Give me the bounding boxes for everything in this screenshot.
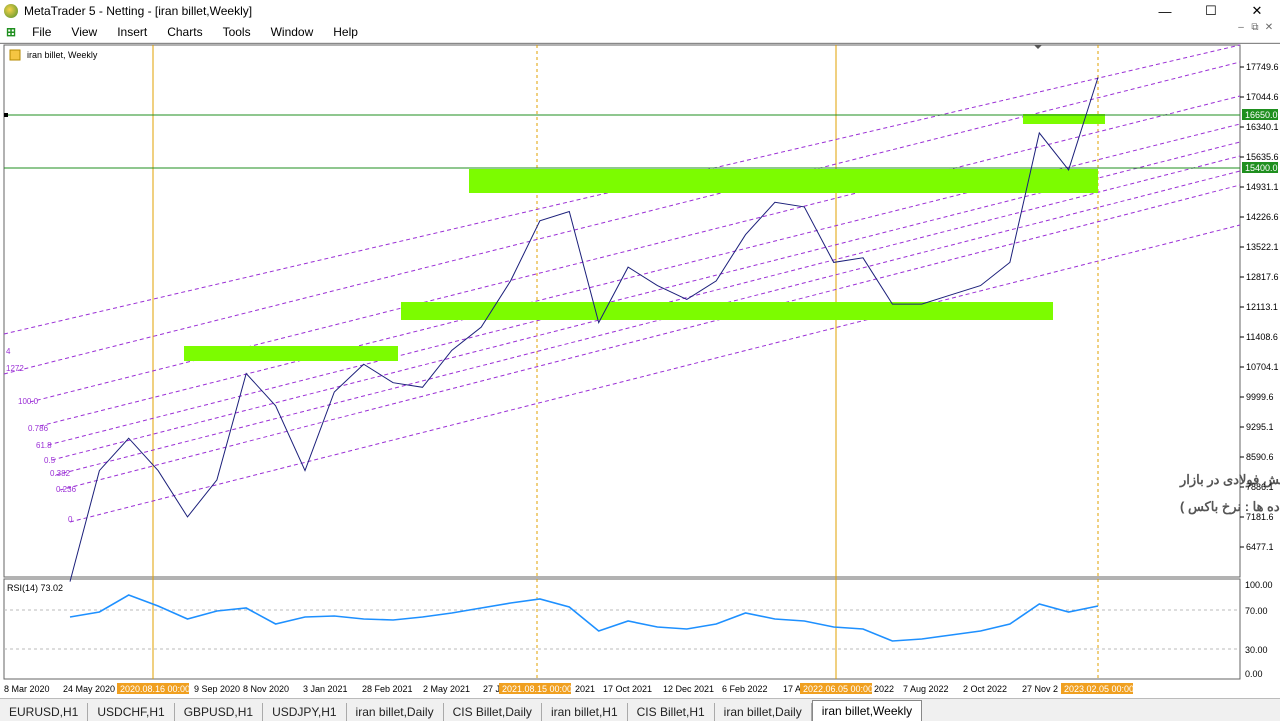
- time-axis-label: 2022: [874, 684, 894, 694]
- menu-insert[interactable]: Insert: [107, 22, 157, 42]
- price-axis-label: 15635.6: [1246, 152, 1279, 162]
- fib-label: 4: [6, 347, 11, 356]
- fib-label: 0.786: [28, 424, 49, 433]
- maximize-button[interactable]: ☐: [1188, 0, 1234, 22]
- time-axis-label: 2021: [575, 684, 595, 694]
- close-button[interactable]: ✕: [1234, 0, 1280, 22]
- price-axis-label: 8590.6: [1246, 452, 1274, 462]
- price-axis-label: 9999.6: [1246, 392, 1274, 402]
- hline-tag: 16650.0: [1245, 110, 1278, 120]
- time-axis-label: 24 May 2020: [63, 684, 115, 694]
- time-axis-label: 6 Feb 2022: [722, 684, 768, 694]
- price-axis-label: 14226.6: [1246, 212, 1279, 222]
- tab-iran-billet-daily-2[interactable]: iran billet,Daily: [714, 703, 812, 721]
- time-axis-label: 8 Mar 2020: [4, 684, 50, 694]
- time-axis-label: 27 J: [483, 684, 500, 694]
- zone-rect: [401, 302, 1053, 320]
- tab-iran-billet-weekly[interactable]: iran billet,Weekly: [811, 700, 923, 721]
- tab-cis-billet-h1[interactable]: CIS Billet,H1: [627, 703, 715, 721]
- window-title: MetaTrader 5 - Netting - [iran billet,We…: [24, 4, 253, 18]
- menu-window[interactable]: Window: [261, 22, 324, 42]
- price-axis-label: 14931.1: [1246, 182, 1279, 192]
- price-axis-label: 10704.1: [1246, 362, 1279, 372]
- tab-gbpusd-h1[interactable]: GBPUSD,H1: [174, 703, 264, 721]
- price-axis-label: 6477.1: [1246, 542, 1274, 552]
- menu-help[interactable]: Help: [323, 22, 368, 42]
- zone-rect: [184, 346, 398, 361]
- price-axis-label: 17044.6: [1246, 92, 1279, 102]
- time-axis-label: 9 Sep 2020: [194, 684, 240, 694]
- rsi-axis: 100.00 70.00 30.00 0.00: [1245, 580, 1273, 679]
- price-axis-label: 16340.1: [1246, 122, 1279, 132]
- hline-handle[interactable]: [4, 113, 8, 117]
- time-axis-label: 17 Oct 2021: [603, 684, 652, 694]
- price-axis-label: 17749.6: [1246, 62, 1279, 72]
- rsi-axis-label: 30.00: [1245, 645, 1268, 655]
- price-axis-label: 13522.1: [1246, 242, 1279, 252]
- tab-usdchf-h1[interactable]: USDCHF,H1: [88, 703, 175, 721]
- menu-charts[interactable]: Charts: [157, 22, 212, 42]
- mdi-minimize-icon[interactable]: –: [1234, 22, 1248, 40]
- hline-price-tags: 16650.0 15400.0: [1242, 109, 1278, 173]
- mdi-close-icon[interactable]: ✕: [1262, 22, 1276, 40]
- fib-label: 61.8: [36, 441, 52, 450]
- mdi-controls: – ⧉ ✕: [1234, 22, 1276, 40]
- time-marker-tag: 2021.08.15 00:00: [502, 684, 572, 694]
- price-axis-label: 11408.6: [1246, 332, 1278, 342]
- rsi-axis-label: 100.00: [1245, 580, 1273, 590]
- mdi-restore-icon[interactable]: ⧉: [1248, 22, 1262, 40]
- tab-iran-billet-daily[interactable]: iran billet,Daily: [346, 703, 444, 721]
- menu-view[interactable]: View: [61, 22, 107, 42]
- chart-menu-icon[interactable]: ⊞: [0, 22, 22, 42]
- fib-label: 0.5: [44, 456, 56, 465]
- tab-cis-billet-daily[interactable]: CIS Billet,Daily: [443, 703, 542, 721]
- time-marker-tag: 2020.08.16 00:00: [120, 684, 190, 694]
- rsi-axis-label: 70.00: [1245, 606, 1268, 616]
- chart-canvas[interactable]: 4 1272 100.0 0.786 61.8 0.5 0.382 0.236 …: [0, 44, 1280, 698]
- fib-label: 100.0: [18, 397, 39, 406]
- rsi-pane-frame: [3, 578, 1241, 680]
- price-axis-label: 7181.6: [1246, 512, 1274, 522]
- fib-label: 0: [68, 515, 73, 524]
- time-axis-label: 2 Oct 2022: [963, 684, 1007, 694]
- time-axis-label: 27 Nov 2: [1022, 684, 1058, 694]
- time-axis-label: 3 Jan 2021: [303, 684, 348, 694]
- rsi-axis-label: 0.00: [1245, 669, 1263, 679]
- fib-label: 0.382: [50, 469, 71, 478]
- minimize-button[interactable]: —: [1142, 0, 1188, 22]
- price-axis-label: 12113.1: [1246, 302, 1278, 312]
- time-axis-label: 28 Feb 2021: [362, 684, 413, 694]
- menu-tools[interactable]: Tools: [213, 22, 261, 42]
- time-marker-tag: 2022.06.05 00:00: [803, 684, 873, 694]
- menu-file[interactable]: File: [22, 22, 61, 42]
- title-bar: MetaTrader 5 - Netting - [iran billet,We…: [0, 0, 1280, 22]
- time-axis-label: 17 A: [783, 684, 801, 694]
- chart-symbol-label: iran billet, Weekly: [27, 50, 98, 60]
- price-axis-label: 7886.1: [1246, 482, 1274, 492]
- tab-usdjpy-h1[interactable]: USDJPY,H1: [263, 703, 347, 721]
- chart-symbol-icon: [9, 49, 21, 61]
- metatrader-app-icon: [4, 4, 18, 18]
- chart-tabs: EURUSD,H1 USDCHF,H1 GBPUSD,H1 USDJPY,H1 …: [0, 698, 1280, 721]
- zone-rect: [469, 169, 1098, 193]
- chart-window[interactable]: 4 1272 100.0 0.786 61.8 0.5 0.382 0.236 …: [0, 43, 1280, 698]
- time-axis-label: 12 Dec 2021: [663, 684, 714, 694]
- time-axis-label: 7 Aug 2022: [903, 684, 949, 694]
- tab-eurusd-h1[interactable]: EURUSD,H1: [0, 703, 89, 721]
- price-axis-label: 12817.6: [1246, 272, 1279, 282]
- fib-label: 0.236: [56, 485, 77, 494]
- menu-bar: ⊞ File View Insert Charts Tools Window H…: [0, 22, 1280, 43]
- fib-label: 1272: [6, 364, 24, 373]
- time-axis-label: 2 May 2021: [423, 684, 470, 694]
- time-axis-label: 8 Nov 2020: [243, 684, 289, 694]
- tab-iran-billet-h1[interactable]: iran billet,H1: [541, 703, 628, 721]
- rsi-label: RSI(14) 73.02: [7, 583, 63, 593]
- time-marker-tag: 2023.02.05 00:00: [1064, 684, 1134, 694]
- hline-tag: 15400.0: [1245, 163, 1278, 173]
- price-axis-label: 9295.1: [1246, 422, 1274, 432]
